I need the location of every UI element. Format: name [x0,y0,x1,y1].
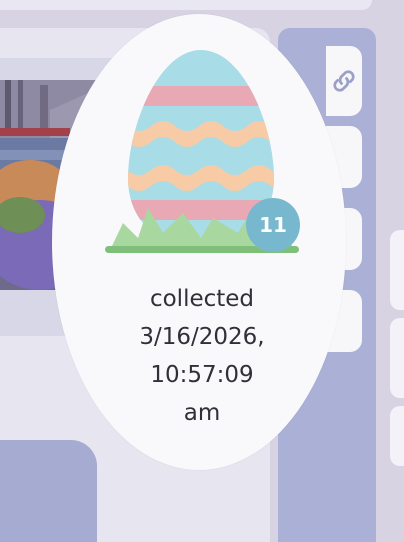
right-card [390,230,404,310]
bottom-card [0,440,97,542]
collected-time: 10:57:09 [150,362,254,388]
bottom-panel [104,470,234,542]
collected-date: 3/16/2026, [139,324,265,350]
collected-label: collected [149,286,255,312]
link-icon [333,70,355,92]
right-card [390,318,404,398]
right-column [386,222,404,542]
collected-timestamp: collected 3/16/2026, 10:57:09 am [104,280,300,432]
collection-count-badge: 11 [246,198,300,252]
right-card [390,406,404,466]
collected-ampm: am [183,400,221,426]
copy-link-button[interactable] [326,46,362,116]
top-bar-edge [0,0,372,10]
